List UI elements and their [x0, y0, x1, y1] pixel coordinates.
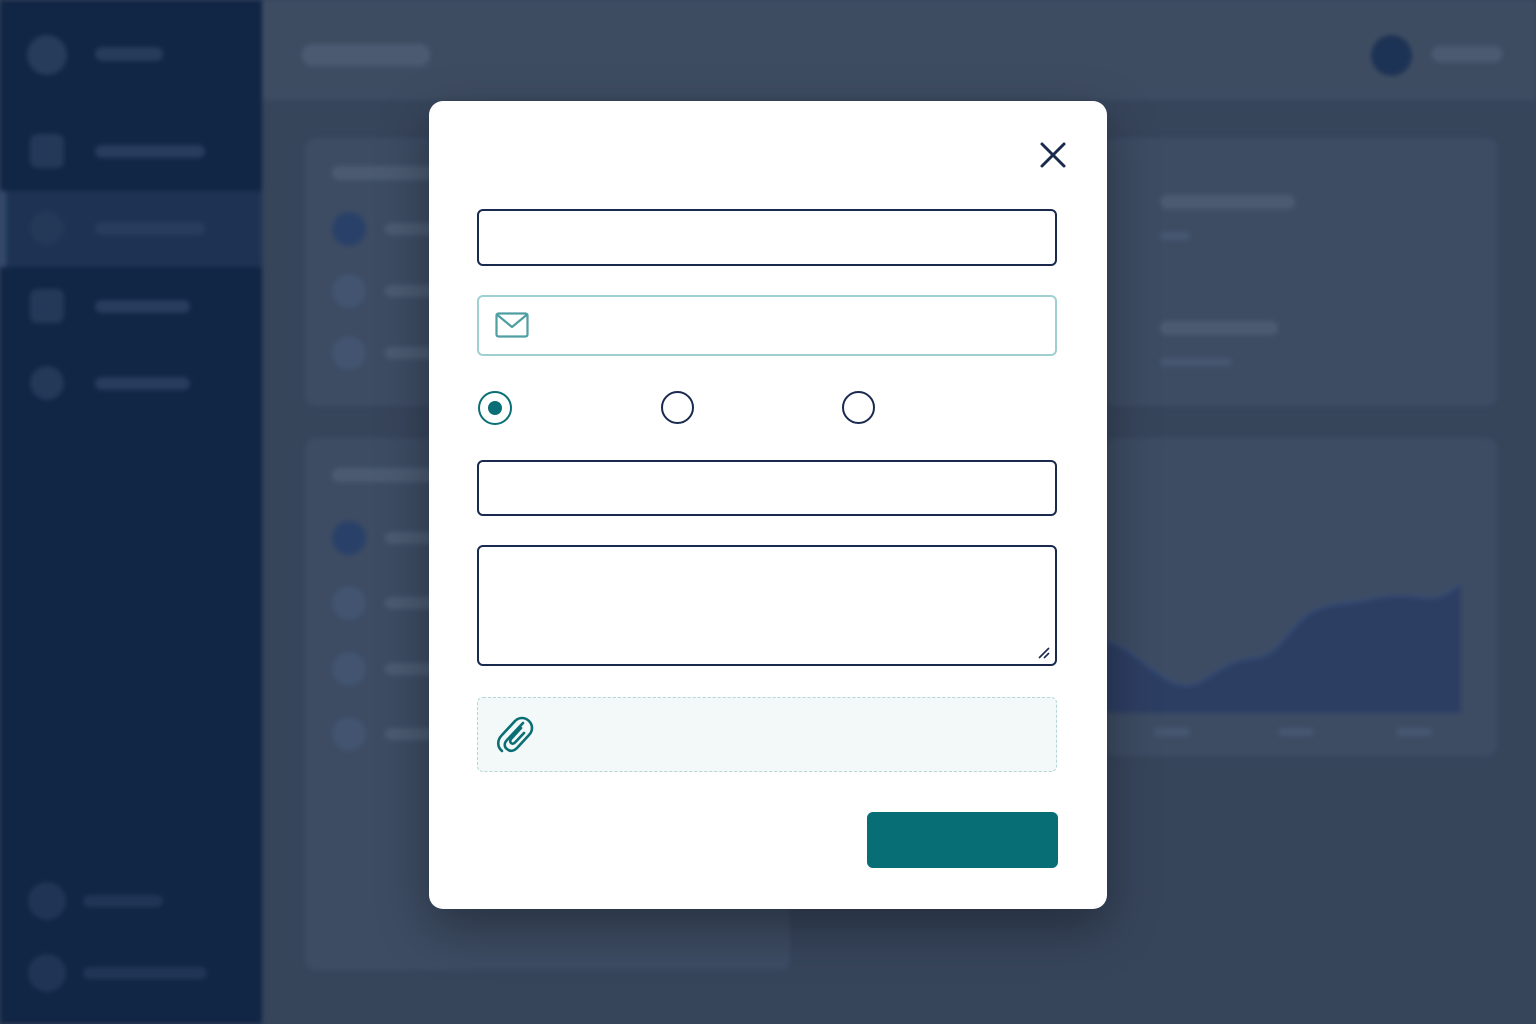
paperclip-icon — [496, 715, 534, 760]
name-field[interactable] — [477, 209, 1057, 266]
text-input[interactable] — [479, 462, 1055, 514]
form-modal — [429, 101, 1107, 909]
email-field[interactable] — [477, 295, 1057, 356]
envelope-icon — [495, 312, 529, 343]
submit-button[interactable] — [867, 812, 1058, 868]
message-field[interactable] — [477, 545, 1057, 666]
resize-handle-icon[interactable] — [1037, 646, 1051, 660]
close-icon — [1040, 142, 1066, 168]
file-upload-dropzone[interactable] — [477, 697, 1057, 772]
name-input[interactable] — [479, 211, 1055, 264]
close-button[interactable] — [1033, 135, 1073, 175]
message-textarea[interactable] — [479, 547, 1055, 664]
radio-option-3[interactable] — [842, 391, 875, 424]
email-input[interactable] — [479, 297, 1055, 354]
text-field[interactable] — [477, 460, 1057, 516]
radio-option-1[interactable] — [478, 391, 512, 425]
radio-option-2[interactable] — [661, 391, 694, 424]
